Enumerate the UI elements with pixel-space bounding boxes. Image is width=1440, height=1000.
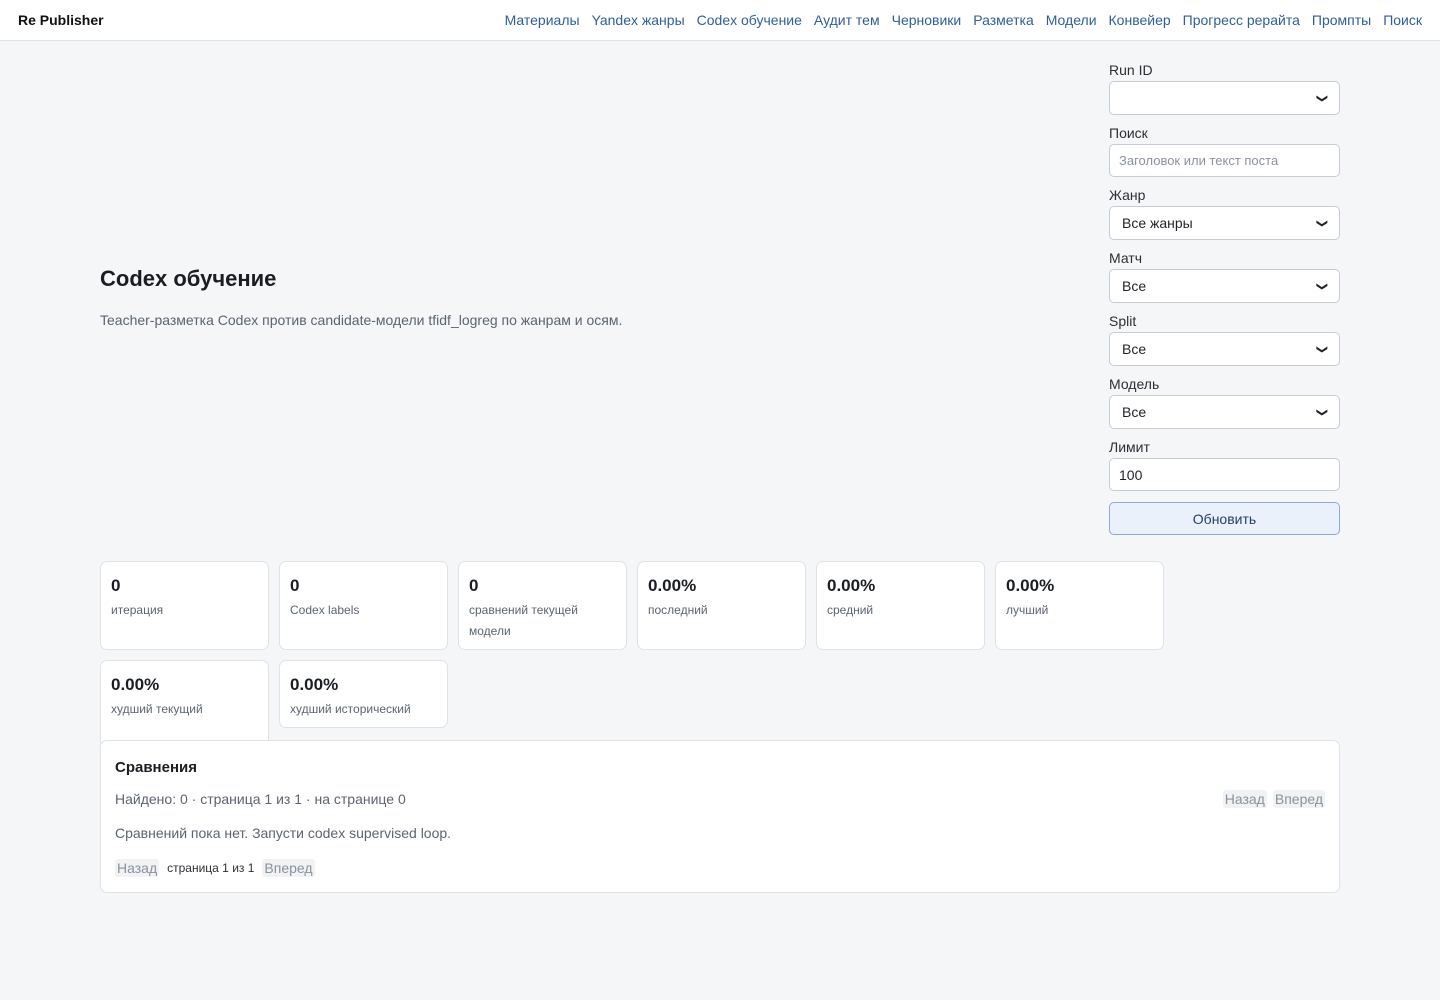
nav-link-search[interactable]: Поиск — [1383, 12, 1422, 28]
stat-value: 0.00% — [1006, 576, 1055, 595]
run-id-label: Run ID — [1109, 62, 1153, 78]
update-button[interactable]: Обновить — [1109, 502, 1340, 535]
split-label: Split — [1109, 313, 1137, 329]
nav-link-drafts[interactable]: Черновики — [892, 12, 962, 28]
stat-label: средний — [827, 603, 874, 617]
stat-label: итерация — [111, 603, 164, 617]
empty-state-message: Сравнений пока нет. Запусти codex superv… — [115, 825, 452, 841]
filters-panel: Run ID ❯ Поиск Заголовок или текст поста… — [1109, 62, 1340, 535]
model-label: Модель — [1109, 376, 1160, 392]
limit-field: Лимит 100 — [1109, 439, 1340, 491]
stat-label: сравнений текущей модели — [469, 603, 578, 638]
nav-link-rewrite-progress[interactable]: Прогресс рерайта — [1183, 12, 1300, 28]
nav-link-labeling[interactable]: Разметка — [973, 12, 1034, 28]
comparisons-toolbar: Найдено: 0 · страница 1 из 1 · на страни… — [115, 790, 1325, 808]
stat-label: Codex labels — [290, 603, 360, 617]
stat-card: 0.00% лучший — [995, 561, 1164, 650]
nav-link-topic-audit[interactable]: Аудит тем — [814, 12, 880, 28]
nav-link-yandex-genres[interactable]: Yandex жанры — [592, 12, 685, 28]
stat-value: 0 — [111, 576, 121, 595]
stat-card: 0 итерация — [100, 561, 269, 650]
nav-link-codex-training[interactable]: Codex обучение — [697, 12, 802, 28]
stat-value: 0.00% — [290, 675, 339, 694]
stat-label: худший исторический — [290, 702, 411, 716]
stat-card: 0 сравнений текущей модели — [458, 561, 627, 650]
stat-label: лучший — [1006, 603, 1049, 617]
page-subtitle: Teacher-разметка Codex против candidate-… — [100, 312, 623, 328]
run-id-select[interactable]: ❯ — [1109, 81, 1340, 115]
nav-link-pipeline[interactable]: Конвейер — [1109, 12, 1171, 28]
genre-field: Жанр Все жанры ❯ — [1109, 187, 1340, 240]
stat-label: худший текущий — [111, 702, 203, 716]
model-field: Модель Все ❯ — [1109, 376, 1340, 429]
comparisons-panel: Сравнения Найдено: 0 · страница 1 из 1 ·… — [100, 740, 1340, 893]
stat-value: 0.00% — [648, 576, 697, 595]
main-nav: Материалы Yandex жанры Codex обучение Ау… — [505, 12, 1422, 28]
genre-label: Жанр — [1109, 187, 1146, 203]
stat-card: 0.00% средний — [816, 561, 985, 650]
genre-select[interactable]: Все жанры ❯ — [1109, 206, 1340, 240]
stat-card: 0.00% худший исторический — [279, 660, 448, 728]
stat-card: 0 Codex labels — [279, 561, 448, 650]
stat-value: 0 — [469, 576, 479, 595]
stat-value: 0 — [290, 576, 300, 595]
search-input[interactable]: Заголовок или текст поста — [1109, 144, 1340, 177]
match-field: Матч Все ❯ — [1109, 250, 1340, 303]
top-navbar: Re Publisher Материалы Yandex жанры Code… — [0, 0, 1440, 41]
run-id-field: Run ID ❯ — [1109, 62, 1340, 115]
limit-input[interactable]: 100 — [1109, 458, 1340, 491]
page-title: Codex обучение — [100, 266, 277, 291]
model-value: Все — [1122, 404, 1147, 420]
match-select[interactable]: Все ❯ — [1109, 269, 1340, 303]
chevron-down-icon: ❯ — [1315, 344, 1328, 354]
prev-page-button[interactable]: Назад — [115, 859, 160, 877]
stats-grid: 0 итерация 0 Codex labels 0 сравнений те… — [100, 561, 1340, 749]
chevron-down-icon: ❯ — [1315, 407, 1328, 417]
comparisons-meta: Найдено: 0 · страница 1 из 1 · на страни… — [115, 791, 406, 807]
split-value: Все — [1122, 341, 1147, 357]
nav-link-models[interactable]: Модели — [1046, 12, 1097, 28]
pager-top: Назад Вперед — [1222, 790, 1325, 808]
page-header: Codex обучение Teacher-разметка Codex пр… — [100, 266, 1000, 328]
chevron-down-icon: ❯ — [1315, 218, 1328, 228]
split-select[interactable]: Все ❯ — [1109, 332, 1340, 366]
stat-value: 0.00% — [111, 675, 160, 694]
split-field: Split Все ❯ — [1109, 313, 1340, 366]
prev-page-button[interactable]: Назад — [1222, 790, 1267, 808]
page-info: страница 1 из 1 — [167, 861, 255, 875]
search-label: Поиск — [1109, 125, 1148, 141]
stat-label: последний — [648, 603, 708, 617]
model-select[interactable]: Все ❯ — [1109, 395, 1340, 429]
next-page-button[interactable]: Вперед — [262, 859, 315, 877]
stat-card: 0.00% последний — [637, 561, 806, 650]
nav-link-prompts[interactable]: Промпты — [1312, 12, 1371, 28]
match-label: Матч — [1109, 250, 1143, 266]
brand-logo[interactable]: Re Publisher — [18, 12, 104, 28]
stat-value: 0.00% — [827, 576, 876, 595]
chevron-down-icon: ❯ — [1315, 93, 1328, 103]
genre-value: Все жанры — [1122, 215, 1193, 231]
search-field: Поиск Заголовок или текст поста — [1109, 125, 1340, 177]
limit-label: Лимит — [1109, 439, 1150, 455]
next-page-button[interactable]: Вперед — [1272, 790, 1325, 808]
stat-card: 0.00% худший текущий — [100, 660, 269, 749]
match-value: Все — [1122, 278, 1147, 294]
pager-bottom: Назад страница 1 из 1 Вперед — [115, 859, 1325, 877]
main-content: Codex обучение Teacher-разметка Codex пр… — [0, 41, 1440, 1000]
nav-link-materials[interactable]: Материалы — [505, 12, 580, 28]
comparisons-title: Сравнения — [115, 759, 197, 776]
chevron-down-icon: ❯ — [1315, 281, 1328, 291]
